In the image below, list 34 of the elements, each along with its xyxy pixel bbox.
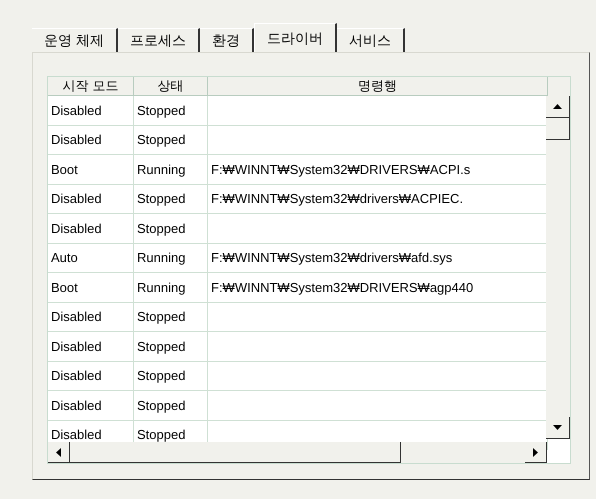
vertical-scrollbar[interactable] (546, 96, 570, 439)
table-cell: Stopped (134, 214, 208, 244)
table-cell: Disabled (48, 362, 134, 391)
table-cell: Disabled (48, 126, 134, 155)
scroll-thumb[interactable] (546, 118, 570, 140)
table-cell: Running (134, 244, 208, 273)
table-cell: Stopped (134, 184, 208, 214)
table-cell: Disabled (48, 391, 134, 420)
table-cell: Stopped (134, 96, 208, 126)
table-cell: Stopped (134, 391, 208, 420)
scroll-thumb[interactable] (70, 442, 401, 463)
table-cell: Stopped (134, 362, 208, 391)
scroll-down-icon[interactable] (546, 417, 570, 439)
column-header[interactable]: 상태 (134, 77, 208, 96)
scroll-right-icon[interactable] (525, 442, 547, 463)
table-cell: Disabled (48, 184, 134, 214)
table-cell: Boot (48, 155, 134, 184)
table-cell: Stopped (134, 126, 208, 155)
table-cell: Disabled (48, 332, 134, 362)
column-header[interactable]: 시작 모드 (48, 77, 134, 96)
table-cell: Stopped (134, 332, 208, 362)
table-cell: Disabled (48, 302, 134, 332)
table-cell: Disabled (48, 96, 134, 126)
scroll-up-icon[interactable] (546, 96, 570, 118)
column-header[interactable]: 명령행 (208, 77, 548, 96)
scroll-left-icon[interactable] (48, 442, 70, 463)
table-cell: Running (134, 273, 208, 302)
table-cell: Running (134, 155, 208, 184)
table-cell: Stopped (134, 302, 208, 332)
table-cell: Boot (48, 273, 134, 302)
table-cell: Auto (48, 244, 134, 273)
tab[interactable]: 드라이버 (254, 23, 337, 53)
horizontal-scrollbar[interactable] (48, 442, 547, 463)
table-cell: Disabled (48, 214, 134, 244)
